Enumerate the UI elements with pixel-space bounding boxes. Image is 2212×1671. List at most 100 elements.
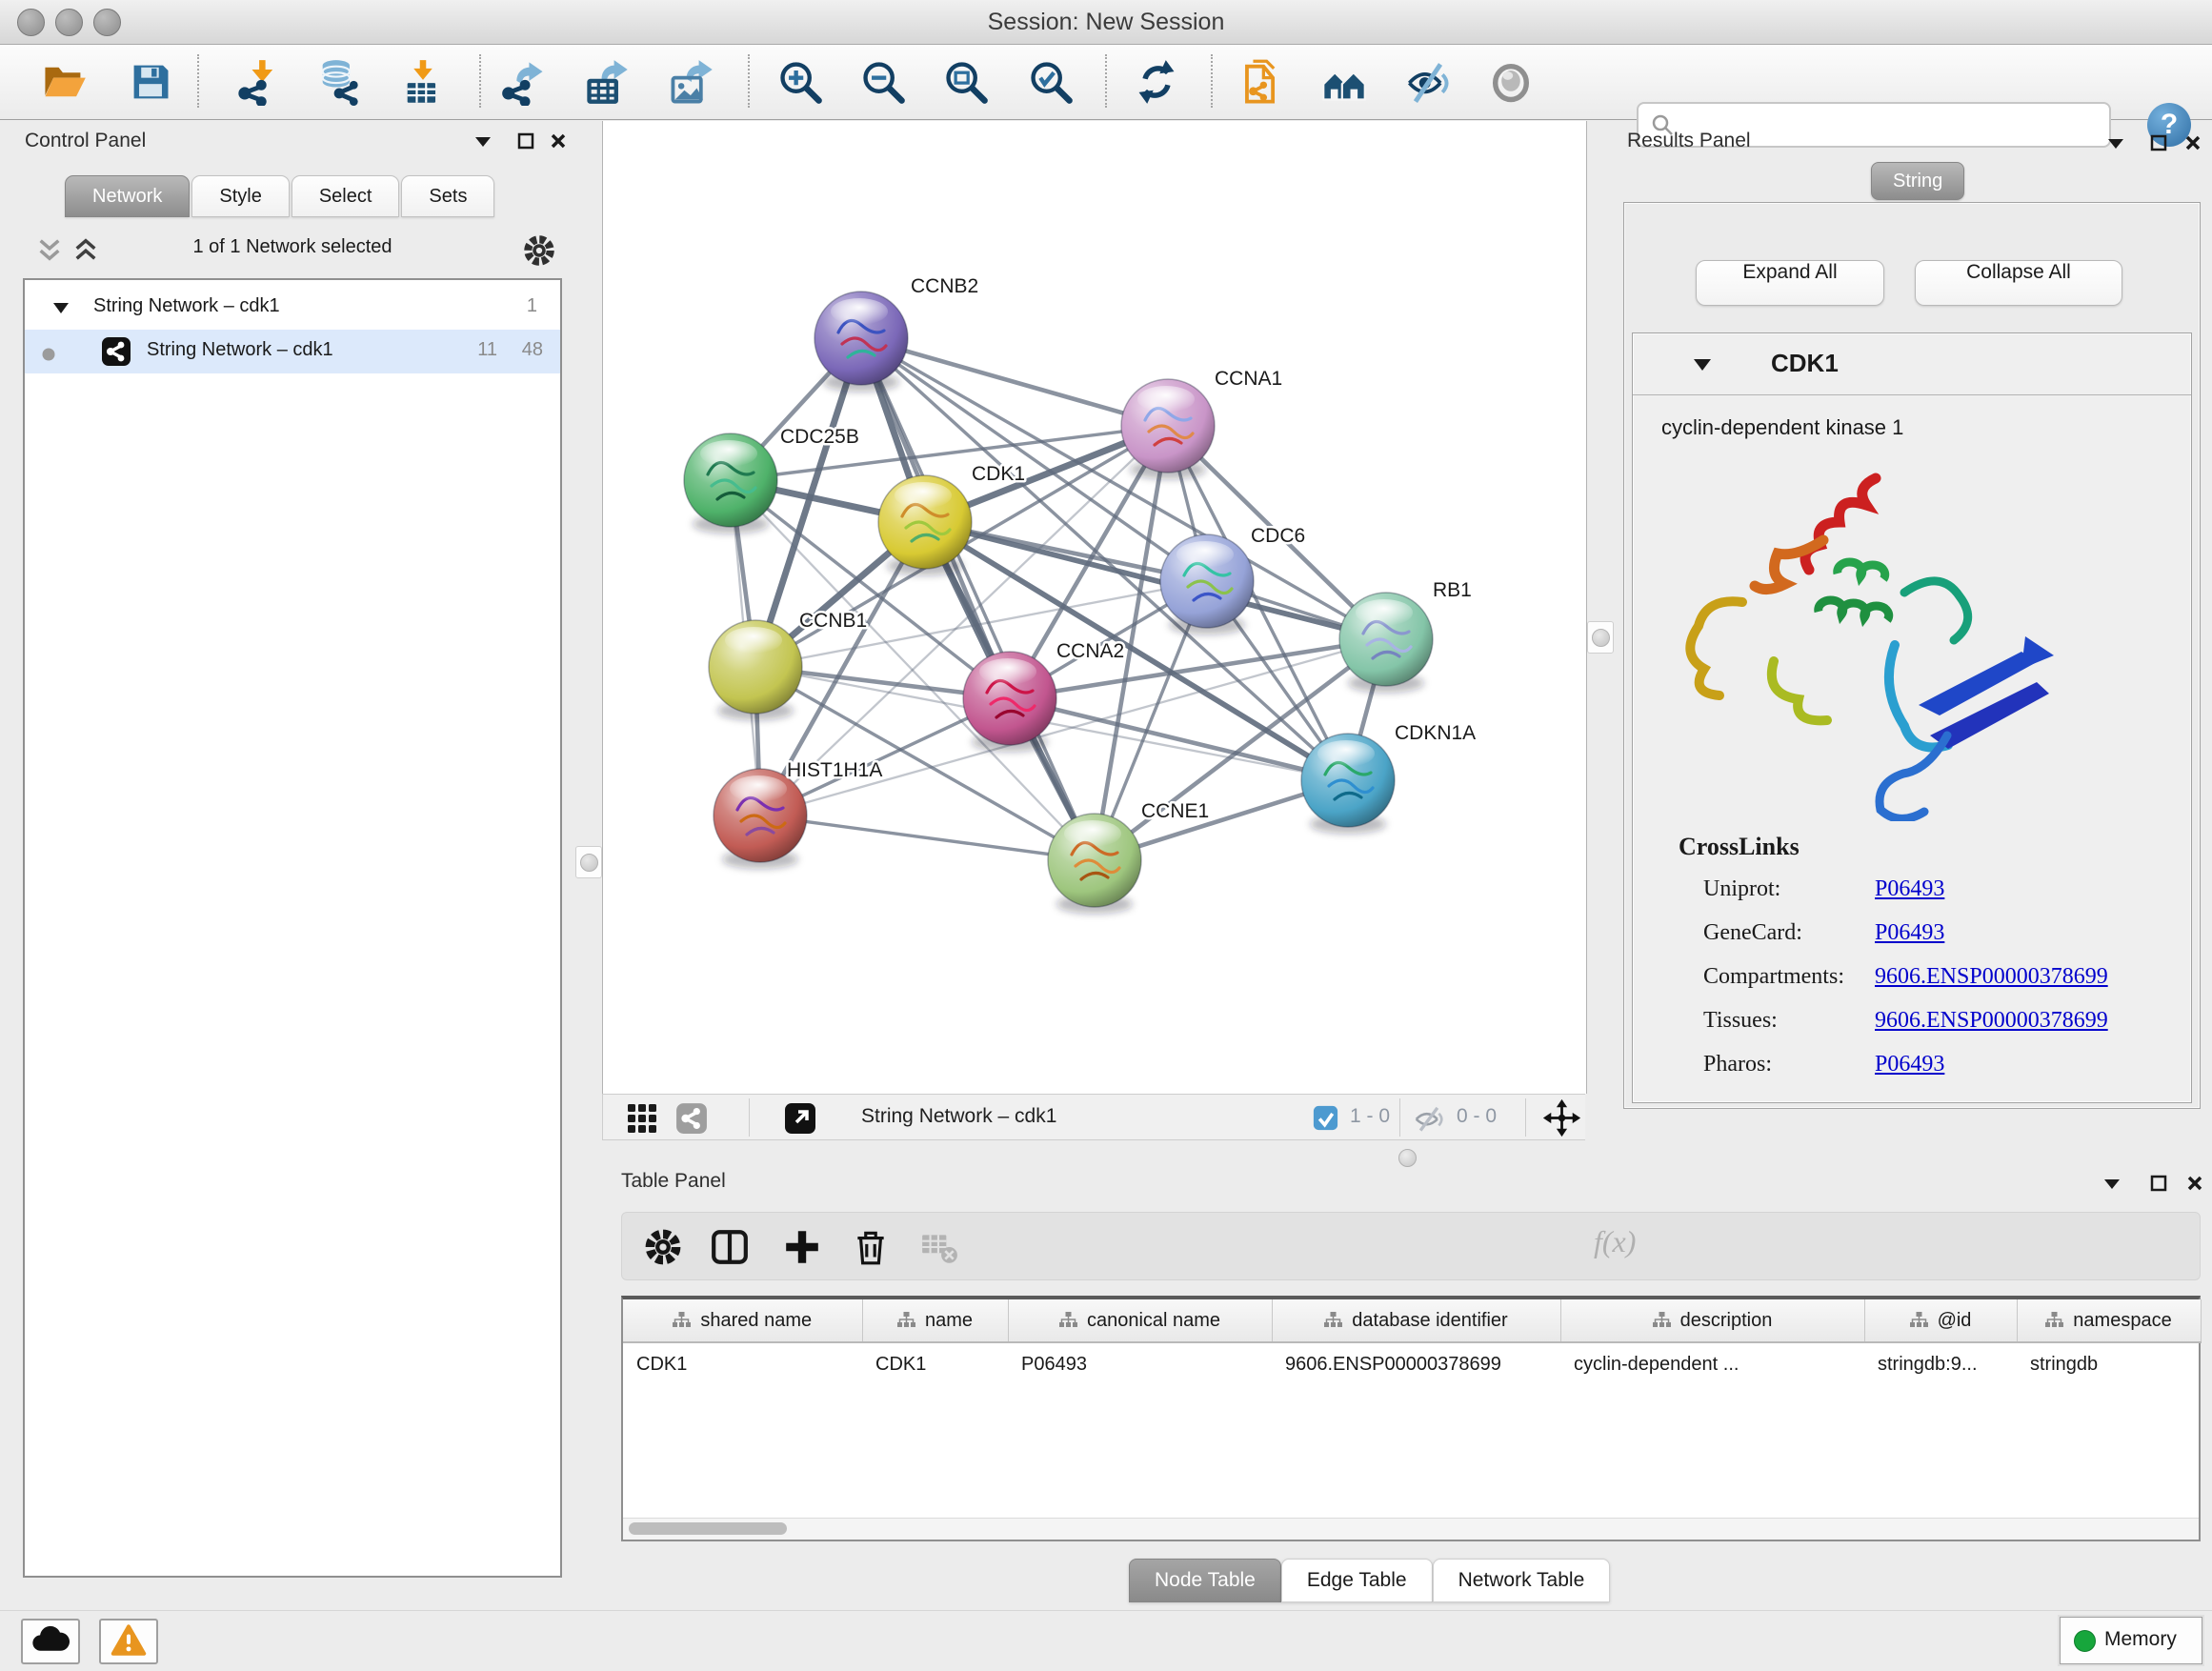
panel-menu-icon[interactable]	[473, 131, 493, 155]
network-node-HIST1H1A[interactable]	[714, 769, 807, 869]
export-image-button[interactable]	[668, 58, 715, 106]
import-table-file-button[interactable]	[399, 58, 447, 106]
tab-string[interactable]: String	[1871, 162, 1964, 200]
show-columns-icon[interactable]	[710, 1227, 750, 1272]
tab-select[interactable]: Select	[292, 175, 400, 217]
table-cell[interactable]: cyclin-dependent ...	[1560, 1342, 1864, 1385]
collapse-all-button[interactable]: Collapse All	[1915, 260, 2122, 306]
table-cell[interactable]: stringdb:9...	[1864, 1342, 2017, 1385]
network-node-RB1[interactable]	[1339, 593, 1433, 693]
zoom-selected-button[interactable]	[1027, 58, 1075, 106]
table-cell[interactable]: stringdb	[2017, 1342, 2201, 1385]
column-header--id[interactable]: @id	[1864, 1299, 2017, 1342]
table-settings-gear-icon[interactable]	[643, 1227, 683, 1272]
new-network-from-selection-button[interactable]	[1236, 58, 1283, 106]
crosshair-icon[interactable]	[1541, 1097, 1582, 1143]
gear-icon[interactable]	[522, 233, 556, 272]
export-table-button[interactable]	[583, 58, 631, 106]
hide-selected-button[interactable]	[1404, 58, 1452, 106]
network-row-selected[interactable]: String Network – cdk1 11 48	[25, 330, 560, 373]
network-node-CCNB1[interactable]	[709, 620, 802, 720]
add-column-icon[interactable]	[782, 1227, 822, 1272]
first-neighbors-button[interactable]	[1320, 58, 1368, 106]
table-cell[interactable]: P06493	[1008, 1342, 1272, 1385]
node-details-header[interactable]: CDK1	[1633, 333, 2191, 395]
panel-menu-icon[interactable]	[2101, 1174, 2122, 1198]
open-in-window-icon[interactable]	[784, 1102, 816, 1139]
cloud-button[interactable]	[21, 1619, 80, 1664]
zoom-in-button[interactable]	[776, 58, 824, 106]
tab-network-table[interactable]: Network Table	[1433, 1559, 1611, 1602]
float-panel-icon[interactable]	[516, 131, 535, 155]
node-table[interactable]: shared namenamecanonical namedatabase id…	[623, 1299, 2202, 1385]
crosslink-link[interactable]: 9606.ENSP00000378699	[1875, 964, 2108, 990]
column-header-shared-name[interactable]: shared name	[623, 1299, 862, 1342]
protein-structure-image	[1661, 450, 2071, 821]
grid-view-icon[interactable]	[626, 1102, 658, 1139]
network-node-CCNE1[interactable]	[1048, 814, 1141, 914]
horizontal-splitter-handle[interactable]	[1398, 1149, 1417, 1167]
network-edge[interactable]	[760, 815, 1095, 860]
apply-layout-button[interactable]	[1133, 58, 1180, 106]
import-network-database-button[interactable]	[314, 58, 362, 106]
column-header-name[interactable]: name	[862, 1299, 1008, 1342]
network-node-CDK1[interactable]	[878, 475, 972, 575]
network-node-CCNA1[interactable]	[1121, 379, 1215, 479]
collection-label: String Network – cdk1	[93, 295, 280, 317]
tab-style[interactable]: Style	[191, 175, 289, 217]
show-all-button[interactable]	[1487, 58, 1535, 106]
crosslink-link[interactable]: P06493	[1875, 876, 1944, 902]
close-panel-icon[interactable]	[2183, 133, 2202, 157]
scrollbar-thumb[interactable]	[629, 1522, 787, 1535]
network-overview-icon[interactable]	[675, 1102, 708, 1139]
toolbar-separator	[197, 54, 199, 108]
collection-disclosure-icon[interactable]	[51, 299, 70, 321]
panel-menu-icon[interactable]	[2105, 133, 2126, 157]
table-cell[interactable]: 9606.ENSP00000378699	[1272, 1342, 1560, 1385]
column-header-database-identifier[interactable]: database identifier	[1272, 1299, 1560, 1342]
tab-node-table[interactable]: Node Table	[1129, 1559, 1281, 1602]
hidden-eye-icon[interactable]	[1413, 1102, 1445, 1139]
network-node-CDC25B[interactable]	[684, 433, 777, 534]
tab-network[interactable]: Network	[65, 175, 190, 217]
float-panel-icon[interactable]	[2149, 133, 2168, 157]
network-collection-row[interactable]: String Network – cdk1 1	[25, 286, 560, 330]
import-network-file-button[interactable]	[234, 58, 282, 106]
table-cell[interactable]: CDK1	[623, 1342, 862, 1385]
network-node-CDKN1A[interactable]	[1301, 734, 1395, 834]
column-header-namespace[interactable]: namespace	[2017, 1299, 2201, 1342]
left-splitter-handle[interactable]	[575, 846, 602, 878]
zoom-out-button[interactable]	[859, 58, 907, 106]
close-panel-icon[interactable]	[549, 131, 568, 155]
column-header-description[interactable]: description	[1560, 1299, 1864, 1342]
export-network-button[interactable]	[500, 58, 548, 106]
zoom-fit-button[interactable]	[942, 58, 990, 106]
network-node-CDC6[interactable]	[1160, 534, 1254, 634]
save-session-button[interactable]	[127, 58, 174, 106]
selected-checkbox-icon[interactable]	[1313, 1105, 1338, 1136]
network-edge[interactable]	[861, 338, 1095, 860]
tab-edge-table[interactable]: Edge Table	[1281, 1559, 1433, 1602]
horizontal-scrollbar[interactable]	[623, 1518, 2199, 1540]
crosslink-link[interactable]: P06493	[1875, 920, 1944, 946]
table-row[interactable]: CDK1CDK1P064939606.ENSP00000378699cyclin…	[623, 1342, 2201, 1385]
close-panel-icon[interactable]	[2185, 1174, 2204, 1198]
network-view-toolbar: String Network – cdk1 1 - 0 0 - 0	[602, 1094, 1585, 1140]
float-panel-icon[interactable]	[2149, 1174, 2168, 1198]
crosslink-link[interactable]: 9606.ENSP00000378699	[1875, 1008, 2108, 1034]
crosslink-link[interactable]: P06493	[1875, 1052, 1944, 1077]
node-label: RB1	[1433, 579, 1472, 601]
section-disclosure-icon[interactable]	[1692, 356, 1713, 377]
table-cell[interactable]: CDK1	[862, 1342, 1008, 1385]
column-header-canonical-name[interactable]: canonical name	[1008, 1299, 1272, 1342]
network-canvas[interactable]: CCNB2CCNA1CDC25BCDK1CDC6RB1CCNB1CCNA2CDK…	[602, 121, 1587, 1094]
tab-sets[interactable]: Sets	[401, 175, 494, 217]
expand-all-button[interactable]: Expand All	[1696, 260, 1884, 306]
delete-column-icon[interactable]	[851, 1227, 891, 1272]
network-type-icon	[101, 336, 131, 372]
memory-button[interactable]: Memory	[2060, 1617, 2202, 1664]
control-panel-title: Control Panel	[25, 130, 146, 152]
warnings-button[interactable]	[99, 1619, 158, 1664]
open-session-button[interactable]	[40, 58, 88, 106]
node-label: CCNE1	[1141, 800, 1209, 822]
